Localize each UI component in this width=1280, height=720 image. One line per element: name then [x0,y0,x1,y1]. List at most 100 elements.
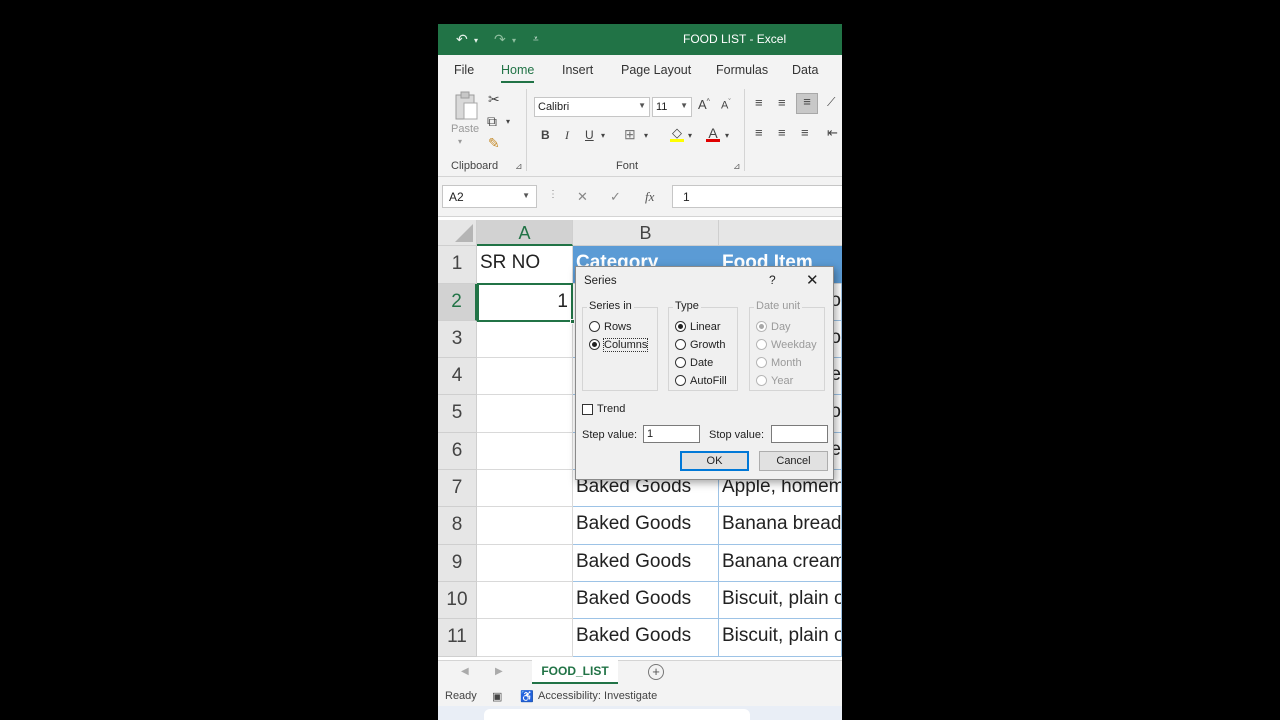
name-box[interactable]: A2 ▼ [442,185,537,208]
font-color-icon[interactable]: A [706,125,720,142]
series-in-columns-option[interactable]: Columns [589,338,649,352]
cancel-entry-icon[interactable]: ✕ [577,189,588,205]
cell-a4[interactable] [477,358,573,395]
fill-color-dropdown-icon[interactable]: ▾ [688,131,692,140]
cell-b8[interactable]: Baked Goods [573,507,719,545]
trend-checkbox[interactable] [582,404,593,415]
row-header[interactable]: 1 [438,246,477,284]
cell-c9[interactable]: Banana cream [719,545,842,582]
redo-icon[interactable]: ↷ [494,31,506,48]
add-sheet-button[interactable]: + [648,664,664,680]
increase-font-size-icon[interactable]: A^ [698,97,710,112]
formula-input[interactable]: 1 [672,185,842,208]
prev-sheet-icon[interactable]: ◀ [461,666,469,677]
cell-a11[interactable] [477,619,573,657]
date-unit-year-option[interactable]: Year [756,375,793,387]
row-header[interactable]: 2 [438,284,477,321]
cell-a6[interactable] [477,433,573,470]
bottom-align-icon[interactable]: ≡ [796,93,818,114]
column-header-c[interactable] [719,220,842,246]
redo-dropdown-icon[interactable]: ▾ [512,36,516,45]
date-unit-day-option[interactable]: Day [756,321,791,333]
tab-file[interactable]: File [454,63,474,77]
copy-dropdown-icon[interactable]: ▾ [506,117,510,126]
cell-a5[interactable] [477,395,573,433]
cell-a7[interactable] [477,470,573,507]
select-all-corner[interactable] [438,220,477,246]
tab-home[interactable]: Home [501,63,535,83]
column-header-b[interactable]: B [573,220,719,246]
top-align-icon[interactable]: ≡ [755,95,763,110]
sheet-tab-food-list[interactable]: FOOD_LIST [532,660,618,684]
paste-button[interactable] [453,91,479,121]
undo-icon[interactable]: ↶ [456,31,468,48]
row-header[interactable]: 5 [438,395,477,433]
cancel-button[interactable]: Cancel [759,451,828,471]
cell-a10[interactable] [477,582,573,619]
confirm-entry-icon[interactable]: ✓ [610,189,621,205]
cell-a9[interactable] [477,545,573,582]
row-header[interactable]: 7 [438,470,477,507]
row-header[interactable]: 6 [438,433,477,470]
decrease-indent-icon[interactable]: ⇤ [827,125,838,141]
undo-dropdown-icon[interactable]: ▾ [474,36,478,45]
stop-value-input[interactable] [771,425,828,443]
borders-icon[interactable]: ⊞ [624,126,636,143]
date-unit-month-option[interactable]: Month [756,357,802,369]
cell-b10[interactable]: Baked Goods [573,582,719,619]
font-name-dropdown[interactable]: Calibri ▼ [534,97,650,117]
row-header[interactable]: 3 [438,321,477,358]
more-options-icon[interactable]: ⋮ [548,189,558,200]
align-left-icon[interactable]: ≡ [755,125,763,140]
middle-align-icon[interactable]: ≡ [778,95,786,110]
tab-insert[interactable]: Insert [562,63,593,77]
row-header[interactable]: 9 [438,545,477,582]
tab-page-layout[interactable]: Page Layout [621,63,691,77]
fill-color-icon[interactable]: ◇ [670,125,684,142]
taskbar-search[interactable] [484,709,750,720]
close-icon[interactable]: ✕ [806,271,819,289]
type-date-option[interactable]: Date [675,357,713,369]
help-button[interactable]: ? [769,273,776,287]
cut-icon[interactable]: ✂ [488,91,500,108]
underline-button[interactable]: U [585,128,594,142]
decrease-font-size-icon[interactable]: Aˇ [721,99,731,112]
customize-quick-access-icon[interactable]: ⩡ [533,34,539,45]
cell-a1[interactable]: SR NO [477,246,573,284]
copy-icon[interactable]: ⧉ [487,113,497,130]
cell-c11[interactable]: Biscuit, plain o [719,619,842,657]
date-unit-weekday-option[interactable]: Weekday [756,339,817,351]
align-right-icon[interactable]: ≡ [801,125,809,140]
row-header[interactable]: 11 [438,619,477,657]
paste-dropdown-icon[interactable]: ▾ [458,137,462,146]
cell-c8[interactable]: Banana bread [719,507,842,545]
type-growth-option[interactable]: Growth [675,339,725,351]
cell-a8[interactable] [477,507,573,545]
borders-dropdown-icon[interactable]: ▾ [644,131,648,140]
tab-data[interactable]: Data [792,63,818,77]
italic-button[interactable]: I [565,128,569,143]
font-launcher-icon[interactable]: ⊿ [733,161,741,172]
cell-b11[interactable]: Baked Goods [573,619,719,657]
font-size-dropdown[interactable]: 11 ▼ [652,97,692,117]
step-value-input[interactable]: 1 [643,425,700,443]
orientation-icon[interactable]: ⟋ [827,95,835,110]
series-in-rows-option[interactable]: Rows [589,321,632,333]
format-painter-icon[interactable]: ✎ [488,135,500,152]
next-sheet-icon[interactable]: ▶ [495,666,503,677]
align-center-icon[interactable]: ≡ [778,125,786,140]
clipboard-launcher-icon[interactable]: ⊿ [515,161,523,172]
type-linear-option[interactable]: Linear [675,321,721,333]
row-header[interactable]: 10 [438,582,477,619]
row-header[interactable]: 4 [438,358,477,395]
insert-function-button[interactable]: fx [645,189,654,205]
tab-formulas[interactable]: Formulas [716,63,768,77]
cell-c10[interactable]: Biscuit, plain o [719,582,842,619]
font-color-dropdown-icon[interactable]: ▾ [725,131,729,140]
ok-button[interactable]: OK [680,451,749,471]
column-header-a[interactable]: A [477,220,573,246]
cell-b9[interactable]: Baked Goods [573,545,719,582]
type-autofill-option[interactable]: AutoFill [675,375,727,387]
macro-record-icon[interactable]: ▣ [492,690,502,703]
cell-a2[interactable]: 1 [477,283,573,322]
